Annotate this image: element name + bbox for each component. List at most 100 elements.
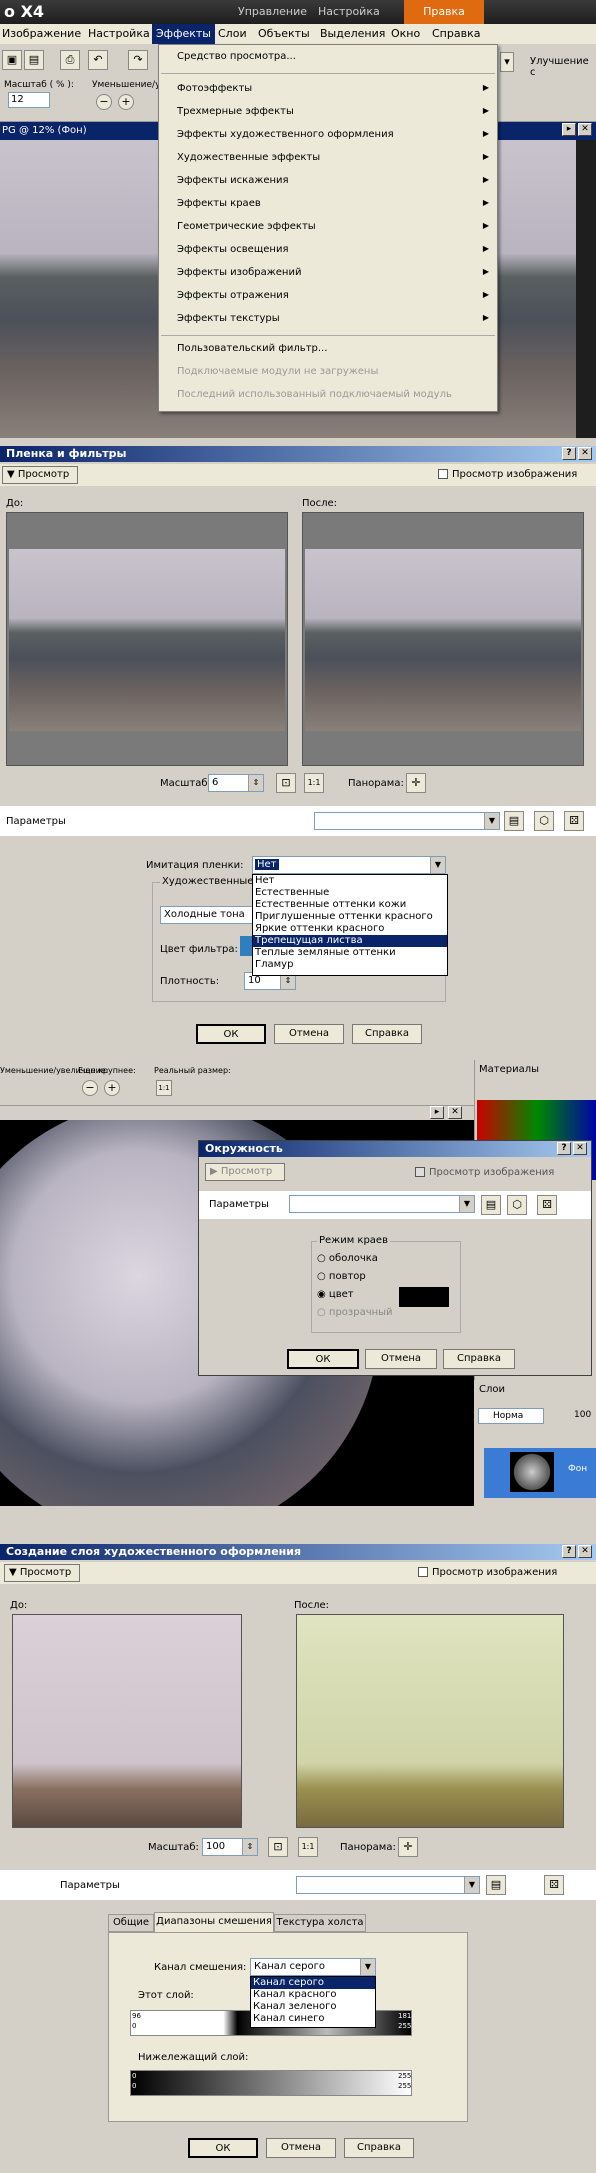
circle-save-preset-icon[interactable]: ▤ xyxy=(481,1195,501,1215)
dropdown-icon[interactable]: ▾ xyxy=(500,52,514,72)
film-imitation-select[interactable]: Нет ▼ xyxy=(252,856,446,874)
film-option[interactable]: Яркие оттенки красного xyxy=(253,923,447,935)
channel-option[interactable]: Канал синего xyxy=(251,2013,375,2025)
redo-icon[interactable]: ↷ xyxy=(128,50,148,70)
art-scale-input[interactable]: 100 ⇕ xyxy=(202,1838,258,1856)
menu-selections[interactable]: Выделения xyxy=(320,24,385,44)
film-option[interactable]: Теплые земляные оттенки xyxy=(253,947,447,959)
channel-option[interactable]: Канал серого xyxy=(251,1977,375,1989)
film-close-icon[interactable]: ✕ xyxy=(578,447,592,460)
menu-objects[interactable]: Объекты xyxy=(258,24,310,44)
circle-preview-image-check[interactable]: Просмотр изображения xyxy=(415,1167,554,1178)
film-option[interactable]: Нет xyxy=(253,875,447,887)
circle-close-icon[interactable]: ✕ xyxy=(573,1142,587,1155)
undo-icon[interactable]: ↶ xyxy=(88,50,108,70)
film-preview-button[interactable]: ▼ Просмотр xyxy=(2,466,78,484)
film-preview-image-check[interactable]: Просмотр изображения xyxy=(438,469,577,480)
menu-adjust[interactable]: Настройка xyxy=(88,24,150,44)
art-ok-button[interactable]: ОК xyxy=(188,2138,258,2158)
menu-item-artistic[interactable]: Художественные эффекты ▶ xyxy=(159,152,497,170)
tb-zoom-in-icon[interactable]: + xyxy=(104,1080,120,1096)
art-preview-image-check[interactable]: Просмотр изображения xyxy=(418,1567,557,1578)
channel-option[interactable]: Канал красного xyxy=(251,1989,375,2001)
art-channel-select[interactable]: Канал серого ▼ xyxy=(250,1958,376,1976)
zoom-in-icon[interactable]: + xyxy=(118,94,134,110)
menu-item-3d[interactable]: Трехмерные эффекты ▶ xyxy=(159,106,497,124)
doc-nav-icon[interactable]: ▸ xyxy=(562,123,576,136)
film-scale-input[interactable]: 6 ⇕ xyxy=(208,774,264,792)
menu-item-user-filter[interactable]: Пользовательский фильтр... xyxy=(159,343,497,361)
circle-close-doc-icon[interactable]: ✕ xyxy=(448,1106,462,1119)
circle-preset-select[interactable]: ▼ xyxy=(289,1195,475,1213)
film-art-select[interactable]: Холодные тона xyxy=(160,906,260,924)
film-option[interactable]: Естественные оттенки кожи xyxy=(253,899,447,911)
menu-item-reflection[interactable]: Эффекты отражения ▶ xyxy=(159,290,497,308)
film-option[interactable]: Трепещущая листва xyxy=(253,935,447,947)
film-preset-select[interactable]: ▼ xyxy=(314,812,500,830)
circle-cancel-button[interactable]: Отмена xyxy=(365,1349,437,1369)
channel-option[interactable]: Канал зеленого xyxy=(251,2001,375,2013)
art-preset-select[interactable]: ▼ xyxy=(296,1876,480,1894)
edge-color-swatch[interactable] xyxy=(399,1287,449,1307)
menu-item-edge[interactable]: Эффекты краев ▶ xyxy=(159,198,497,216)
art-preview-button[interactable]: ▼ Просмотр xyxy=(4,1564,80,1582)
art-random-icon[interactable]: ⚄ xyxy=(544,1875,564,1895)
menu-item-photo[interactable]: Фотоэффекты ▶ xyxy=(159,83,497,101)
tab-manage[interactable]: Управление xyxy=(238,5,307,18)
menu-item-image[interactable]: Эффекты изображений ▶ xyxy=(159,267,497,285)
menu-layers[interactable]: Слои xyxy=(218,24,247,44)
film-cancel-button[interactable]: Отмена xyxy=(274,1024,344,1044)
menu-item-art-media[interactable]: Эффекты художественного оформления ▶ xyxy=(159,129,497,147)
film-reset-icon[interactable]: ⬡ xyxy=(534,811,554,831)
doc-close-icon[interactable]: ✕ xyxy=(578,123,592,136)
circle-reset-icon[interactable]: ⬡ xyxy=(507,1195,527,1215)
menu-image[interactable]: Изображение xyxy=(2,24,81,44)
circle-help-icon[interactable]: ? xyxy=(557,1142,571,1155)
tb-zoom-out-icon[interactable]: − xyxy=(82,1080,98,1096)
menu-help[interactable]: Справка xyxy=(432,24,480,44)
open-icon[interactable]: ▣ xyxy=(2,50,22,70)
circle-ok-button[interactable]: ОК xyxy=(287,1349,359,1369)
art-pan-icon[interactable]: ✛ xyxy=(398,1837,418,1857)
improve-label[interactable]: Улучшение с xyxy=(530,56,596,78)
art-zoom-fit-icon[interactable]: ⊡ xyxy=(268,1837,288,1857)
save-icon[interactable]: ▤ xyxy=(24,50,44,70)
menu-item-distortion[interactable]: Эффекты искажения ▶ xyxy=(159,175,497,193)
circle-nav-icon[interactable]: ▸ xyxy=(430,1106,444,1119)
menu-effects[interactable]: Эффекты xyxy=(152,24,215,44)
edge-radio-repeat[interactable]: ○ повтор xyxy=(317,1271,366,1282)
art-help-icon[interactable]: ? xyxy=(562,1545,576,1558)
film-help-button[interactable]: Справка xyxy=(352,1024,422,1044)
art-tab-blend-ranges[interactable]: Диапазоны смешения xyxy=(154,1912,274,1932)
film-zoom-fit-icon[interactable]: ⊡ xyxy=(276,773,296,793)
menu-item-texture[interactable]: Эффекты текстуры ▶ xyxy=(159,313,497,331)
art-save-preset-icon[interactable]: ▤ xyxy=(486,1875,506,1895)
film-save-preset-icon[interactable]: ▤ xyxy=(504,811,524,831)
tab-adjust[interactable]: Настройка xyxy=(318,5,380,18)
art-tab-general[interactable]: Общие xyxy=(108,1914,154,1932)
film-ok-button[interactable]: ОК xyxy=(196,1024,266,1044)
menu-item-viewer[interactable]: Средство просмотра... xyxy=(159,51,497,69)
film-actual-size-icon[interactable]: 1:1 xyxy=(304,773,324,793)
art-close-icon[interactable]: ✕ xyxy=(578,1545,592,1558)
art-actual-size-icon[interactable]: 1:1 xyxy=(298,1837,318,1857)
layer-row[interactable]: Фон xyxy=(484,1448,596,1498)
edge-radio-wrap[interactable]: ○ оболочка xyxy=(317,1253,378,1264)
circle-help-button[interactable]: Справка xyxy=(443,1349,515,1369)
film-pan-icon[interactable]: ✛ xyxy=(406,773,426,793)
blend-mode-select[interactable]: Норма xyxy=(478,1408,544,1424)
edge-radio-color[interactable]: ◉ цвет xyxy=(317,1289,354,1300)
film-option[interactable]: Приглушенные оттенки красного xyxy=(253,911,447,923)
zoom-out-icon[interactable]: − xyxy=(96,94,112,110)
menu-item-geometric[interactable]: Геометрические эффекты ▶ xyxy=(159,221,497,239)
film-option[interactable]: Гламур xyxy=(253,959,447,971)
print-icon[interactable]: ⎙ xyxy=(60,50,80,70)
tab-edit[interactable]: Правка xyxy=(404,0,484,24)
film-random-icon[interactable]: ⚄ xyxy=(564,811,584,831)
art-tab-canvas[interactable]: Текстура холста xyxy=(274,1914,366,1932)
menu-item-illumination[interactable]: Эффекты освещения ▶ xyxy=(159,244,497,262)
menu-window[interactable]: Окно xyxy=(391,24,420,44)
tb-real-size-icon[interactable]: 1:1 xyxy=(156,1080,172,1096)
zoom-input[interactable]: 12 xyxy=(8,92,50,108)
circle-random-icon[interactable]: ⚄ xyxy=(537,1195,557,1215)
